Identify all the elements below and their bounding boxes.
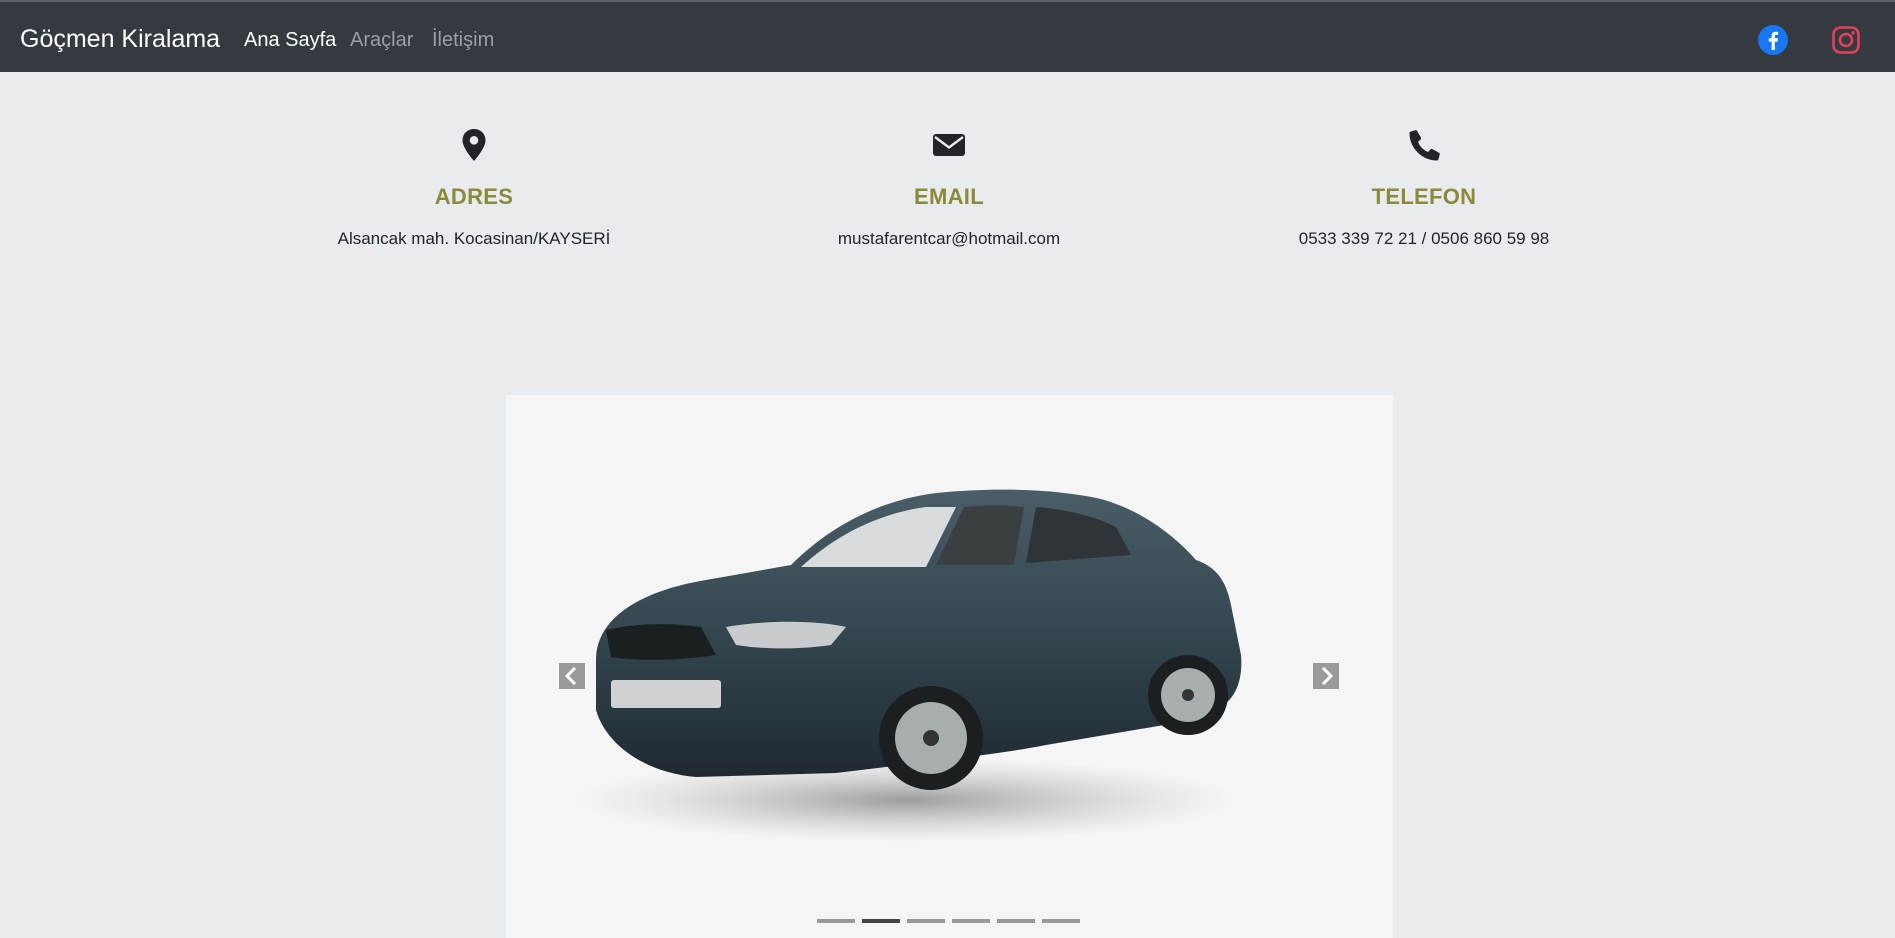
email-value[interactable]: mustafarentcar@hotmail.com: [709, 228, 1189, 250]
nav-link-araclar[interactable]: Araçlar: [350, 28, 413, 52]
top-navbar: Göçmen Kiralama Ana Sayfa Araçlar İletiş…: [0, 0, 1895, 72]
carousel-prev-button[interactable]: [559, 663, 585, 689]
carousel-indicator[interactable]: [907, 919, 945, 923]
brand-logo-text[interactable]: Göçmen Kiralama: [20, 24, 220, 54]
car-headlight: [726, 621, 846, 649]
phone-title: TELEFON: [1371, 184, 1477, 209]
nav-link-ana-sayfa[interactable]: Ana Sayfa: [244, 28, 336, 52]
contact-email: EMAIL mustafarentcar@hotmail.com: [709, 128, 1189, 250]
chevron-left-icon: [564, 666, 577, 686]
address-title: ADRES: [434, 184, 514, 209]
carousel-indicator[interactable]: [817, 919, 855, 923]
phone-icon: [1409, 130, 1440, 161]
contact-phone: TELEFON 0533 339 72 21 / 0506 860 59 98: [1184, 128, 1664, 250]
carousel-indicator[interactable]: [952, 919, 990, 923]
email-title: EMAIL: [914, 184, 984, 209]
phone-value[interactable]: 0533 339 72 21 / 0506 860 59 98: [1184, 228, 1664, 250]
carousel-indicator[interactable]: [997, 919, 1035, 923]
instagram-icon[interactable]: [1830, 24, 1862, 56]
facebook-icon[interactable]: [1757, 24, 1789, 56]
carousel-indicator[interactable]: [862, 919, 900, 923]
contact-address: ADRES Alsancak mah. Kocasinan/KAYSERİ: [234, 128, 714, 250]
car-carousel: [506, 395, 1393, 938]
map-pin-icon: [462, 129, 486, 161]
car-photo: [576, 489, 1242, 842]
chevron-right-icon: [1321, 666, 1334, 686]
envelope-icon: [933, 134, 965, 156]
carousel-indicator[interactable]: [1042, 919, 1080, 923]
address-value: Alsancak mah. Kocasinan/KAYSERİ: [337, 229, 611, 248]
carousel-indicators: [817, 919, 1087, 923]
nav-link-iletisim[interactable]: İletişim: [432, 28, 494, 52]
carousel-next-button[interactable]: [1313, 663, 1339, 689]
car-grille: [606, 624, 716, 660]
car-license-plate: [611, 680, 721, 708]
